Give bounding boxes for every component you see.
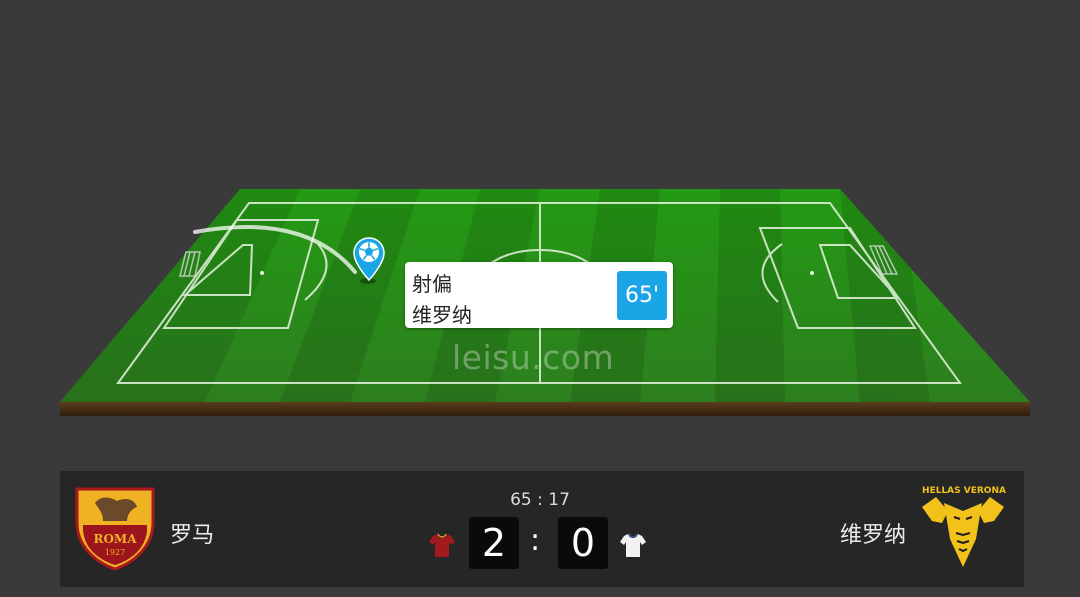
watermark: leisu.com — [452, 338, 615, 377]
away-team-name: 维罗纳 — [839, 523, 906, 548]
event-team-label: 维罗纳 — [412, 303, 472, 327]
verona-crest-logo: HELLAS VERONA — [922, 486, 1006, 567]
event-minute-badge: 65' — [617, 271, 667, 320]
home-team-name: 罗马 — [170, 523, 215, 548]
home-jersey-icon — [429, 533, 455, 557]
home-score: 2 — [469, 517, 519, 569]
away-jersey-icon — [620, 533, 646, 557]
pitch-soil-edge — [60, 402, 1030, 416]
svg-text:1927: 1927 — [105, 548, 125, 557]
score-separator: : — [530, 523, 541, 558]
event-type-label: 射偏 — [412, 272, 452, 296]
svg-text:ROMA: ROMA — [93, 532, 137, 546]
event-popup: 射偏 维罗纳 65' — [405, 262, 673, 328]
away-score: 0 — [558, 517, 608, 569]
pitch-area: 射偏 维罗纳 65' leisu.com — [0, 0, 1080, 470]
svg-text:HELLAS VERONA: HELLAS VERONA — [922, 486, 1006, 496]
football-pitch — [60, 189, 1030, 416]
scoreboard: ROMA 1927 罗马 65 : 17 2 : 0 维罗纳 HELLAS VE… — [60, 471, 1024, 587]
match-clock: 65 : 17 — [510, 490, 570, 510]
football-location-pin-icon — [353, 237, 385, 281]
roma-crest-logo: ROMA 1927 — [75, 487, 155, 571]
